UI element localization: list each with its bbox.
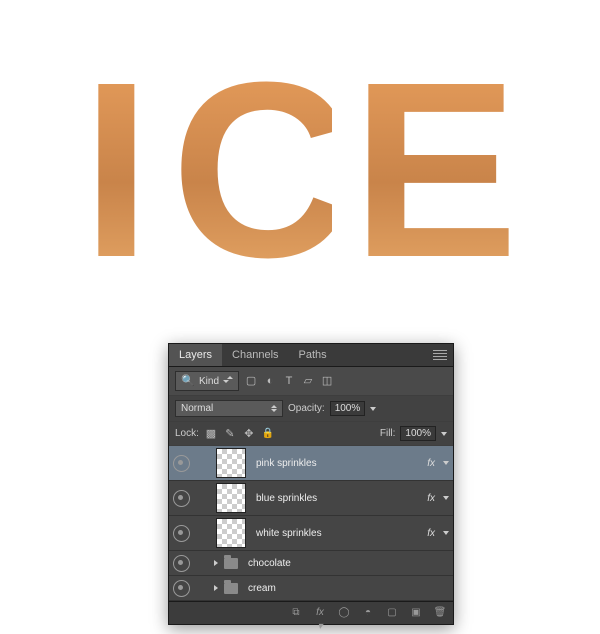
layer-thumbnail[interactable]	[216, 518, 246, 548]
tab-paths[interactable]: Paths	[289, 344, 337, 366]
opacity-label: Opacity:	[288, 403, 325, 414]
lock-pixels-icon[interactable]: ✎	[223, 427, 237, 441]
panel-menu-icon[interactable]	[433, 350, 447, 360]
blend-mode-select[interactable]: Normal	[175, 400, 283, 417]
group-row[interactable]: cream	[169, 576, 453, 601]
letter-c: C	[171, 45, 332, 295]
opacity-dropdown-icon[interactable]	[370, 407, 376, 411]
fx-expand-icon[interactable]	[443, 496, 449, 500]
group-row[interactable]: chocolate	[169, 551, 453, 576]
tab-channels[interactable]: Channels	[222, 344, 288, 366]
group-expand-icon[interactable]	[214, 560, 218, 566]
panel-footer: ⧉ fx ▾ ◯ ◓ ▢ ▣ 🗑	[169, 601, 453, 624]
layer-name[interactable]: white sprinkles	[252, 528, 421, 539]
layer-row[interactable]: blue sprinkles fx	[169, 481, 453, 516]
filter-adjustment-icon[interactable]: ◐	[263, 374, 277, 388]
lock-row: Lock: ▩ ✎ ✥ 🔒 Fill: 100%	[169, 422, 453, 446]
group-expand-icon[interactable]	[214, 585, 218, 591]
fx-badge[interactable]: fx	[427, 493, 435, 504]
layer-row[interactable]: pink sprinkles fx	[169, 446, 453, 481]
lock-position-icon[interactable]: ✥	[242, 427, 256, 441]
visibility-icon[interactable]	[173, 525, 190, 542]
layers-panel: Layers Channels Paths 🔍 Kind ▢ ◐ T ▱ ◫ N…	[168, 343, 454, 625]
group-name[interactable]: cream	[244, 583, 449, 594]
group-name[interactable]: chocolate	[244, 558, 449, 569]
layer-thumbnail[interactable]	[216, 483, 246, 513]
visibility-icon[interactable]	[173, 490, 190, 507]
filter-kind-label: Kind	[199, 376, 219, 387]
fx-badge[interactable]: fx	[427, 528, 435, 539]
fill-label: Fill:	[380, 428, 396, 439]
letter-i: I	[82, 45, 151, 295]
layer-fx-icon[interactable]: fx ▾	[313, 606, 327, 620]
filter-kind-select[interactable]: 🔍 Kind	[175, 371, 239, 391]
fx-expand-icon[interactable]	[443, 531, 449, 535]
search-icon: 🔍	[181, 374, 195, 388]
lock-transparency-icon[interactable]: ▩	[204, 427, 218, 441]
fx-badge[interactable]: fx	[427, 458, 435, 469]
blend-mode-value: Normal	[181, 403, 213, 414]
layer-thumbnail[interactable]	[216, 448, 246, 478]
delete-layer-icon[interactable]: 🗑	[433, 606, 447, 620]
link-layers-icon[interactable]: ⧉	[289, 606, 303, 620]
letter-e: E	[352, 45, 519, 295]
folder-icon	[224, 583, 238, 594]
new-layer-icon[interactable]: ▣	[409, 606, 423, 620]
artwork-area: I C E	[0, 0, 600, 340]
layer-mask-icon[interactable]: ◯	[337, 606, 351, 620]
filter-row: 🔍 Kind ▢ ◐ T ▱ ◫	[169, 367, 453, 396]
opacity-value[interactable]: 100%	[330, 401, 366, 416]
fx-expand-icon[interactable]	[443, 461, 449, 465]
filter-smart-icon[interactable]: ◫	[320, 374, 334, 388]
layer-name[interactable]: blue sprinkles	[252, 493, 421, 504]
lock-all-icon[interactable]: 🔒	[261, 427, 275, 441]
panel-tabs: Layers Channels Paths	[169, 344, 453, 367]
visibility-icon[interactable]	[173, 580, 190, 597]
folder-icon	[224, 558, 238, 569]
adjustment-layer-icon[interactable]: ◓	[361, 606, 375, 620]
new-group-icon[interactable]: ▢	[385, 606, 399, 620]
blend-row: Normal Opacity: 100%	[169, 396, 453, 422]
visibility-icon[interactable]	[173, 455, 190, 472]
layer-row[interactable]: white sprinkles fx	[169, 516, 453, 551]
filter-shape-icon[interactable]: ▱	[301, 374, 315, 388]
tab-layers[interactable]: Layers	[169, 344, 222, 366]
lock-label: Lock:	[175, 428, 199, 439]
filter-pixel-icon[interactable]: ▢	[244, 374, 258, 388]
visibility-icon[interactable]	[173, 555, 190, 572]
fill-dropdown-icon[interactable]	[441, 432, 447, 436]
fill-value[interactable]: 100%	[400, 426, 436, 441]
filter-type-icon[interactable]: T	[282, 374, 296, 388]
layer-name[interactable]: pink sprinkles	[252, 458, 421, 469]
layers-list: pink sprinkles fx blue sprinkles fx whit…	[169, 446, 453, 601]
